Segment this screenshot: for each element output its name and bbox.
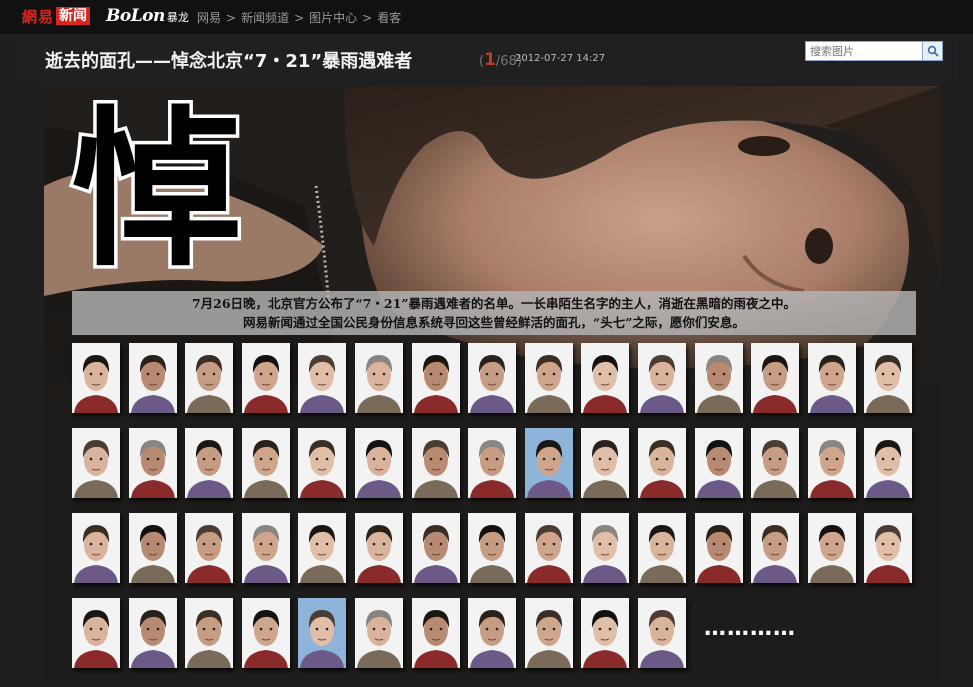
breadcrumb-kanke[interactable]: 看客 bbox=[377, 11, 401, 25]
search-input[interactable] bbox=[805, 41, 923, 61]
logo-text: 網易 bbox=[22, 7, 55, 26]
victim-portrait bbox=[468, 598, 517, 668]
victim-portrait bbox=[468, 343, 517, 413]
victim-portrait bbox=[128, 428, 177, 498]
victim-portrait bbox=[241, 513, 290, 583]
counter-current: 1 bbox=[484, 50, 496, 70]
photo-caption: 7月26日晚，北京官方公布了“7・21”暴雨遇难者的名单。一长串陌生名字的主人，… bbox=[72, 291, 916, 335]
victim-portrait bbox=[864, 428, 913, 498]
victim-portrait bbox=[694, 513, 743, 583]
victim-portrait bbox=[241, 598, 290, 668]
victim-portrait bbox=[864, 343, 913, 413]
breadcrumb-separator: > bbox=[362, 11, 373, 25]
victim-portrait bbox=[355, 513, 403, 583]
victim-portrait bbox=[411, 343, 460, 413]
victim-portrait bbox=[581, 343, 630, 413]
victim-portrait bbox=[298, 513, 347, 583]
victim-portrait bbox=[298, 343, 347, 413]
victim-portrait bbox=[581, 428, 630, 498]
victim-portrait bbox=[581, 598, 630, 668]
breadcrumb-news[interactable]: 新闻频道 bbox=[241, 11, 289, 25]
breadcrumb-photo-center[interactable]: 图片中心 bbox=[309, 11, 357, 25]
victim-portrait bbox=[524, 513, 573, 583]
victim-portrait bbox=[355, 343, 403, 413]
victim-portrait bbox=[128, 513, 177, 583]
victim-portrait bbox=[185, 428, 234, 498]
victim-portrait bbox=[185, 513, 234, 583]
victim-portrait bbox=[72, 428, 120, 498]
publish-date: 2012-07-27 14:27 bbox=[515, 53, 606, 64]
mourn-character: 悼 bbox=[68, 87, 245, 294]
more-ellipsis: ………… bbox=[704, 616, 796, 641]
caption-line-1: 7月26日晚，北京官方公布了“7・21”暴雨遇难者的名单。一长串陌生名字的主人，… bbox=[191, 296, 797, 311]
victim-portrait bbox=[185, 598, 234, 668]
top-bar: 網易 新闻 BoLon 暴龙 网易 > 新闻频道 > 图片中心 > 看客 bbox=[0, 0, 973, 34]
victim-portrait bbox=[298, 598, 347, 668]
image-search bbox=[805, 41, 943, 61]
victim-portrait bbox=[411, 513, 460, 583]
victim-portrait bbox=[72, 513, 120, 583]
victim-portrait bbox=[807, 343, 856, 413]
victim-portrait bbox=[411, 428, 460, 498]
victim-portrait bbox=[241, 428, 290, 498]
breadcrumb: 网易 > 新闻频道 > 图片中心 > 看客 bbox=[197, 9, 401, 26]
victim-portrait bbox=[864, 513, 913, 583]
victim-portrait bbox=[694, 428, 743, 498]
search-icon bbox=[927, 45, 939, 57]
victim-portrait bbox=[751, 343, 800, 413]
victim-portrait bbox=[355, 428, 403, 498]
victim-portrait bbox=[355, 598, 403, 668]
victim-portrait bbox=[241, 343, 290, 413]
victim-portrait bbox=[638, 513, 686, 583]
victim-portrait bbox=[411, 598, 460, 668]
breadcrumb-separator: > bbox=[294, 11, 305, 25]
search-button[interactable] bbox=[923, 41, 943, 61]
gallery-header: 逝去的面孔——悼念北京“7・21”暴雨遇难者 (1/68) 2012-07-27… bbox=[15, 34, 958, 86]
bolon-cn-text: 暴龙 bbox=[166, 11, 189, 24]
victim-portrait bbox=[524, 428, 573, 498]
victim-portrait bbox=[468, 513, 517, 583]
victim-portrait bbox=[807, 428, 856, 498]
victim-portrait bbox=[638, 428, 686, 498]
logo-badge: 新闻 bbox=[56, 7, 91, 25]
breadcrumb-separator: > bbox=[226, 11, 237, 25]
caption-line-2: 网易新闻通过全国公民身份信息系统寻回这些曾经鲜活的面孔，“头七”之际，愿你们安息… bbox=[243, 315, 745, 330]
victim-portrait bbox=[807, 513, 856, 583]
victim-portrait bbox=[581, 513, 630, 583]
victim-portrait bbox=[524, 343, 573, 413]
victim-portrait bbox=[694, 343, 743, 413]
breadcrumb-netease[interactable]: 网易 bbox=[197, 11, 221, 25]
victim-portrait bbox=[638, 343, 686, 413]
victim-portrait bbox=[298, 428, 347, 498]
bolon-sponsor-logo[interactable]: BoLon 暴龙 bbox=[106, 6, 189, 26]
victim-portrait bbox=[185, 343, 234, 413]
victim-portrait bbox=[524, 598, 573, 668]
victim-portrait bbox=[128, 343, 177, 413]
victim-portrait bbox=[751, 428, 800, 498]
gallery-main-image[interactable]: 悼 7月26日晚，北京官方公布了“7・21”暴雨遇难者的名单。一长串陌生名字的主… bbox=[44, 86, 940, 681]
victim-portrait bbox=[128, 598, 177, 668]
victim-portrait bbox=[468, 428, 517, 498]
bolon-text: BoLon bbox=[106, 6, 165, 26]
netease-news-logo[interactable]: 網易 新闻 bbox=[22, 6, 91, 26]
page-title: 逝去的面孔——悼念北京“7・21”暴雨遇难者 bbox=[45, 51, 413, 72]
victim-portrait bbox=[72, 343, 120, 413]
victim-portrait bbox=[72, 598, 120, 668]
victim-portrait bbox=[751, 513, 800, 583]
victim-portrait bbox=[638, 598, 686, 668]
